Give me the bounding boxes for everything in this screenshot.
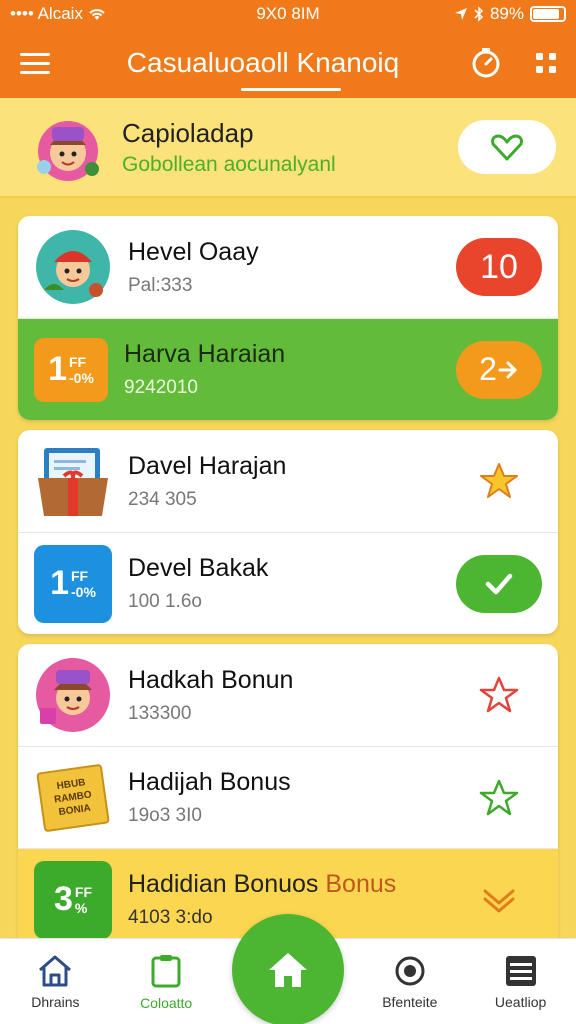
item-name-main: Hadidian Bonuos [128, 870, 319, 898]
discount-badge-number: 1 [50, 564, 69, 602]
favorite-button[interactable] [456, 462, 542, 500]
collapse-button[interactable] [456, 885, 542, 915]
item-name: Hevel Oaay [128, 237, 259, 266]
reward-card: Davel Harajan 234 305 1 FF -0% Devel Bak… [18, 430, 558, 634]
timer-icon [472, 48, 500, 78]
timer-button[interactable] [456, 28, 516, 98]
discount-badge-number: 1 [48, 350, 67, 388]
nav-tab-label: Coloatto [140, 994, 193, 1011]
profile-banner: Capioladap Gobollean aocunalyanl [0, 98, 576, 198]
menu-icon-line [20, 70, 50, 74]
nav-tab-benefits[interactable]: Bfenteite [354, 939, 465, 1024]
favorite-button[interactable] [456, 779, 542, 817]
menu-icon-line [20, 52, 50, 56]
discount-badge-number: 3 [53, 880, 73, 918]
next-button-text: 2 [479, 351, 497, 387]
discount-badge: 1 FF -0% [34, 544, 112, 623]
carrier-label: •••• Alcaix [10, 4, 83, 23]
wifi-icon [89, 9, 105, 20]
count-badge-text: 10 [480, 247, 518, 286]
battery-percent: 89% [489, 4, 524, 23]
item-name-highlight: Bonus [325, 870, 397, 898]
house-icon [39, 955, 72, 986]
favorite-button[interactable] [456, 676, 542, 714]
discount-badge-line2: % [74, 899, 88, 916]
count-badge[interactable]: 10 [456, 238, 542, 296]
reward-card: Hadkah Bonun 133300 HBUB RAMBO BONIA Had… [18, 644, 558, 950]
discount-badge: 3 FF % [34, 860, 112, 939]
grid-button[interactable] [516, 28, 576, 98]
banner-subtitle: Gobollean aocunalyanl [122, 152, 336, 176]
arrow-right-icon [498, 361, 518, 378]
discount-badge-line1: FF [71, 567, 89, 584]
discount-badge-line1: FF [74, 883, 93, 900]
star-outline-icon [479, 779, 519, 815]
discount-badge-line2: -0% [71, 583, 96, 600]
camera-icon [395, 956, 425, 985]
clipboard-icon [151, 954, 181, 987]
item-value: 133300 [128, 702, 192, 724]
item-value: 234 305 [128, 488, 197, 510]
item-value: 19o3 3I0 [128, 805, 202, 826]
item-name: Harva Haraian [124, 340, 286, 368]
discount-badge: 1 FF -0% [34, 337, 108, 402]
character-avatar [36, 230, 110, 304]
menu-icon-line [20, 61, 50, 65]
nav-tab-label: Ueatliop [494, 993, 547, 1010]
status-time: 9X0 8IM [256, 4, 320, 23]
discount-badge-text: FF -0% [69, 354, 94, 386]
bonus-tag-icon: HBUB RAMBO BONIA [34, 759, 112, 837]
next-button[interactable]: 2 [456, 340, 542, 399]
heart-button[interactable] [458, 120, 556, 174]
avatar [37, 121, 99, 181]
list-icon [505, 955, 536, 986]
location-icon [454, 8, 467, 20]
item-name: Hadidian Bonuos Bonus [128, 870, 456, 899]
claimed-button[interactable] [456, 554, 542, 613]
house-icon [269, 953, 307, 987]
bluetooth-icon [474, 6, 484, 22]
nav-tab-home[interactable]: Dhrains [0, 939, 111, 1024]
menu-button[interactable] [0, 28, 70, 98]
list-item[interactable]: Hevel Oaay Pal:333 10 [18, 216, 558, 318]
bonus-tag: HBUB RAMBO BONIA [36, 763, 110, 832]
item-value: 9242010 [124, 377, 198, 398]
grid-icon [536, 53, 556, 73]
battery-icon [530, 6, 566, 22]
list-item[interactable]: Hadkah Bonun 133300 [18, 644, 558, 746]
discount-badge-line1: FF [69, 353, 87, 370]
star-outline-icon [479, 676, 519, 713]
list-item[interactable]: HBUB RAMBO BONIA Hadijah Bonus 19o3 3I0 [18, 746, 558, 848]
heart-icon [491, 134, 523, 161]
status-bar: •••• Alcaix 9X0 8IM 89% [0, 0, 576, 28]
nav-tab-updates[interactable]: Ueatliop [465, 939, 576, 1024]
checkmark-icon [485, 573, 513, 594]
discount-badge-text: FF % [75, 884, 92, 916]
star-icon [480, 463, 518, 498]
nav-tab-label: Dhrains [31, 993, 80, 1010]
item-name: Hadijah Bonus [128, 768, 291, 796]
discount-badge-line2: -0% [69, 369, 94, 386]
banner-title: Capioladap [122, 117, 254, 148]
nav-tab-collection[interactable]: Coloatto [111, 939, 222, 1024]
item-name: Hadkah Bonun [128, 665, 294, 694]
page-title: Casualuoaoll Knanoiq [70, 47, 456, 91]
item-name: Davel Harajan [128, 451, 287, 480]
item-value: Pal:333 [128, 274, 193, 296]
reward-card: Hevel Oaay Pal:333 10 1 FF -0% Harva Har… [18, 216, 558, 420]
nav-tab-label: Bfenteite [382, 993, 438, 1010]
gift-box-icon [38, 448, 108, 516]
item-value: 100 1.6o [128, 591, 202, 612]
home-fab-button[interactable] [232, 914, 344, 1024]
app-bar: Casualuoaoll Knanoiq [0, 28, 576, 98]
item-name: Devel Bakak [128, 554, 269, 582]
list-item-highlighted[interactable]: 1 FF -0% Harva Haraian 9242010 2 [18, 318, 558, 420]
double-chevron-icon [483, 889, 515, 912]
discount-badge-text: FF -0% [71, 568, 96, 600]
character-avatar [36, 658, 110, 732]
list-item[interactable]: Davel Harajan 234 305 [18, 430, 558, 532]
list-item[interactable]: 1 FF -0% Devel Bakak 100 1.6o [18, 532, 558, 634]
